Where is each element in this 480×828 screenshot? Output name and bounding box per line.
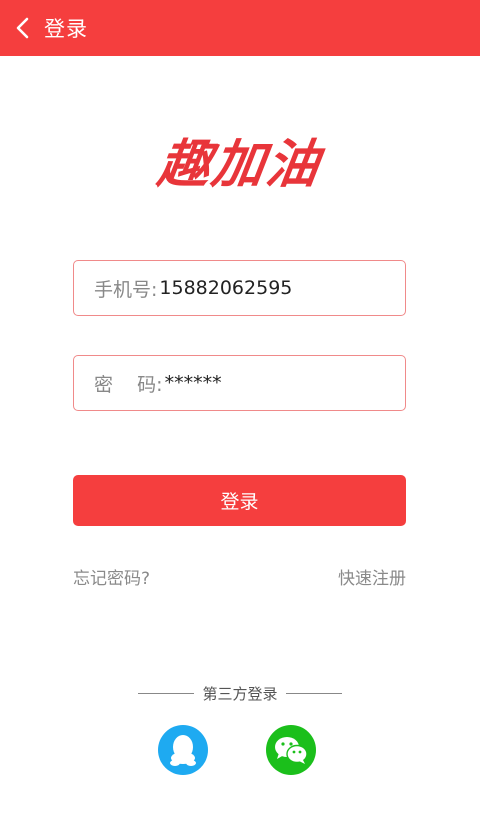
top-bar: 登录 [0,0,480,56]
wechat-login-button[interactable] [266,725,316,775]
divider-left [138,693,195,694]
password-field[interactable]: 密 码: ****** [73,355,406,411]
back-button[interactable] [2,0,42,56]
phone-label: 手机号: [94,278,158,301]
phone-field[interactable]: 手机号: 15882062595 [73,260,406,316]
third-party-login-title: 第三方登录 [0,683,480,704]
app-logo: 趣加油 [153,135,325,195]
qq-login-button[interactable] [158,725,208,775]
quick-register-link[interactable]: 快速注册 [338,564,406,589]
chevron-left-icon [16,17,29,39]
login-button[interactable]: 登录 [73,475,406,526]
password-label: 密 码: [94,373,163,396]
phone-input[interactable]: 15882062595 [159,277,292,299]
forgot-password-link[interactable]: 忘记密码? [73,564,150,589]
wechat-icon [275,737,308,764]
page-title: 登录 [44,17,88,41]
qq-icon [170,735,196,766]
third-party-login-label: 第三方登录 [202,685,278,703]
divider-right [285,693,342,694]
password-input[interactable]: ****** [165,372,222,394]
